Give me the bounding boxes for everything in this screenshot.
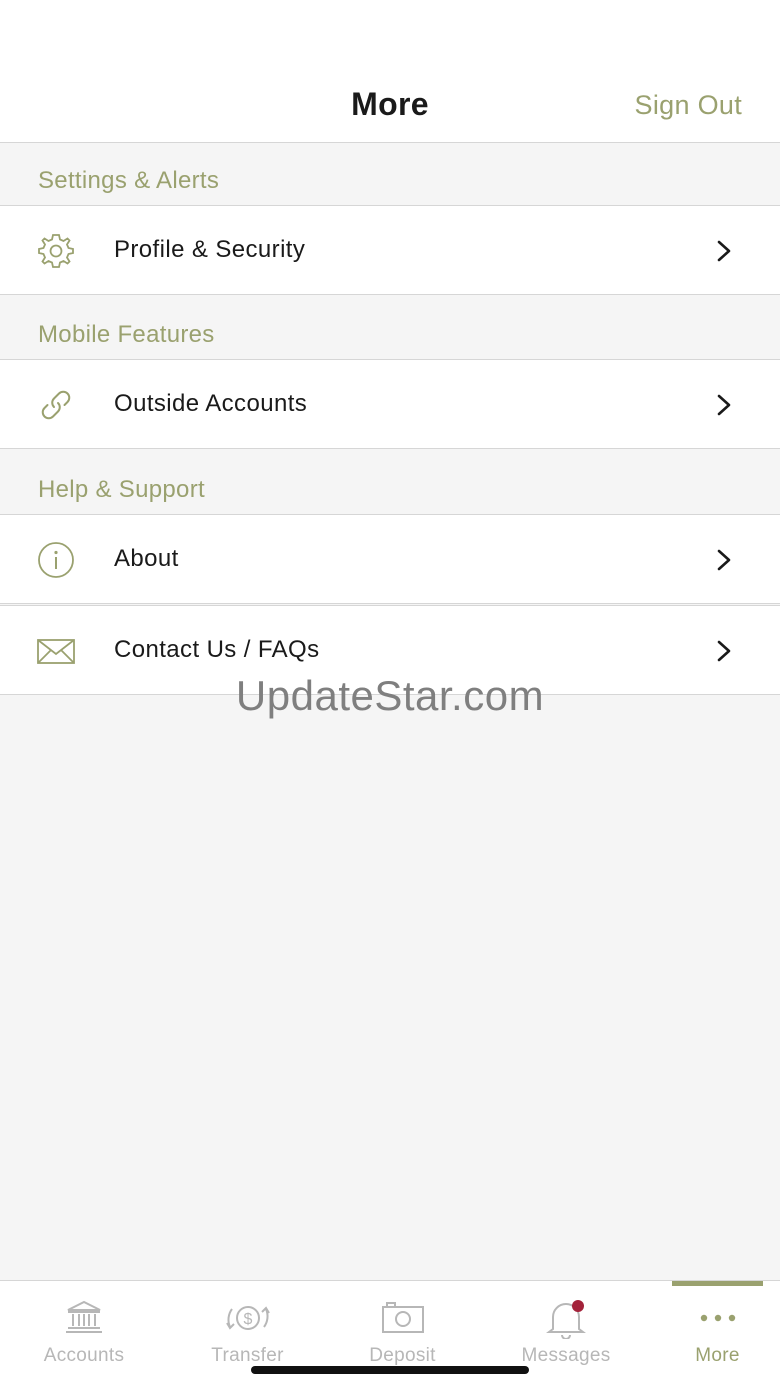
menu-item-label: Outside Accounts <box>114 390 308 417</box>
section-title: Help & Support <box>38 476 205 503</box>
tab-label: Accounts <box>43 1345 125 1366</box>
chevron-right-icon <box>717 640 731 662</box>
notification-dot <box>572 1300 584 1312</box>
chevron-right-icon <box>717 240 731 262</box>
svg-text:$: $ <box>243 1311 252 1328</box>
menu-item-label: Contact Us / FAQs <box>114 636 320 663</box>
bank-icon <box>66 1300 102 1333</box>
section-title: Settings & Alerts <box>38 167 220 194</box>
home-indicator <box>251 1366 529 1374</box>
tab-more[interactable]: More <box>660 1281 775 1388</box>
envelope-icon <box>37 639 75 664</box>
tab-accounts[interactable]: Accounts <box>8 1281 160 1388</box>
active-tab-indicator <box>672 1281 763 1286</box>
transfer-dollar-icon: $ <box>225 1306 270 1330</box>
chevron-right-icon <box>717 394 731 416</box>
header-bar: More Sign Out <box>0 0 780 143</box>
menu-item-label: About <box>114 545 179 572</box>
section-title: Mobile Features <box>38 321 215 348</box>
chevron-right-icon <box>717 549 731 571</box>
tab-label: Messages <box>521 1345 611 1366</box>
menu-item-outside-accounts[interactable]: Outside Accounts <box>0 359 780 449</box>
tab-label: Deposit <box>369 1345 436 1366</box>
bell-icon <box>546 1300 586 1339</box>
section-header-help-support: Help & Support <box>0 452 780 514</box>
more-dots-icon <box>700 1314 735 1322</box>
menu-item-label: Profile & Security <box>114 236 306 263</box>
section-header-settings-alerts: Settings & Alerts <box>0 143 780 205</box>
info-icon <box>38 542 74 578</box>
section-header-mobile-features: Mobile Features <box>0 297 780 359</box>
menu-item-about[interactable]: About <box>0 514 780 604</box>
sign-out-button[interactable]: Sign Out <box>635 90 742 121</box>
menu-item-profile-security[interactable]: Profile & Security <box>0 205 780 295</box>
tab-label: More <box>695 1345 740 1366</box>
watermark-text: UpdateStar.com <box>235 672 545 719</box>
gear-icon <box>38 234 74 268</box>
link-icon <box>41 390 71 420</box>
tab-label: Transfer <box>211 1345 284 1366</box>
camera-icon <box>381 1302 424 1333</box>
